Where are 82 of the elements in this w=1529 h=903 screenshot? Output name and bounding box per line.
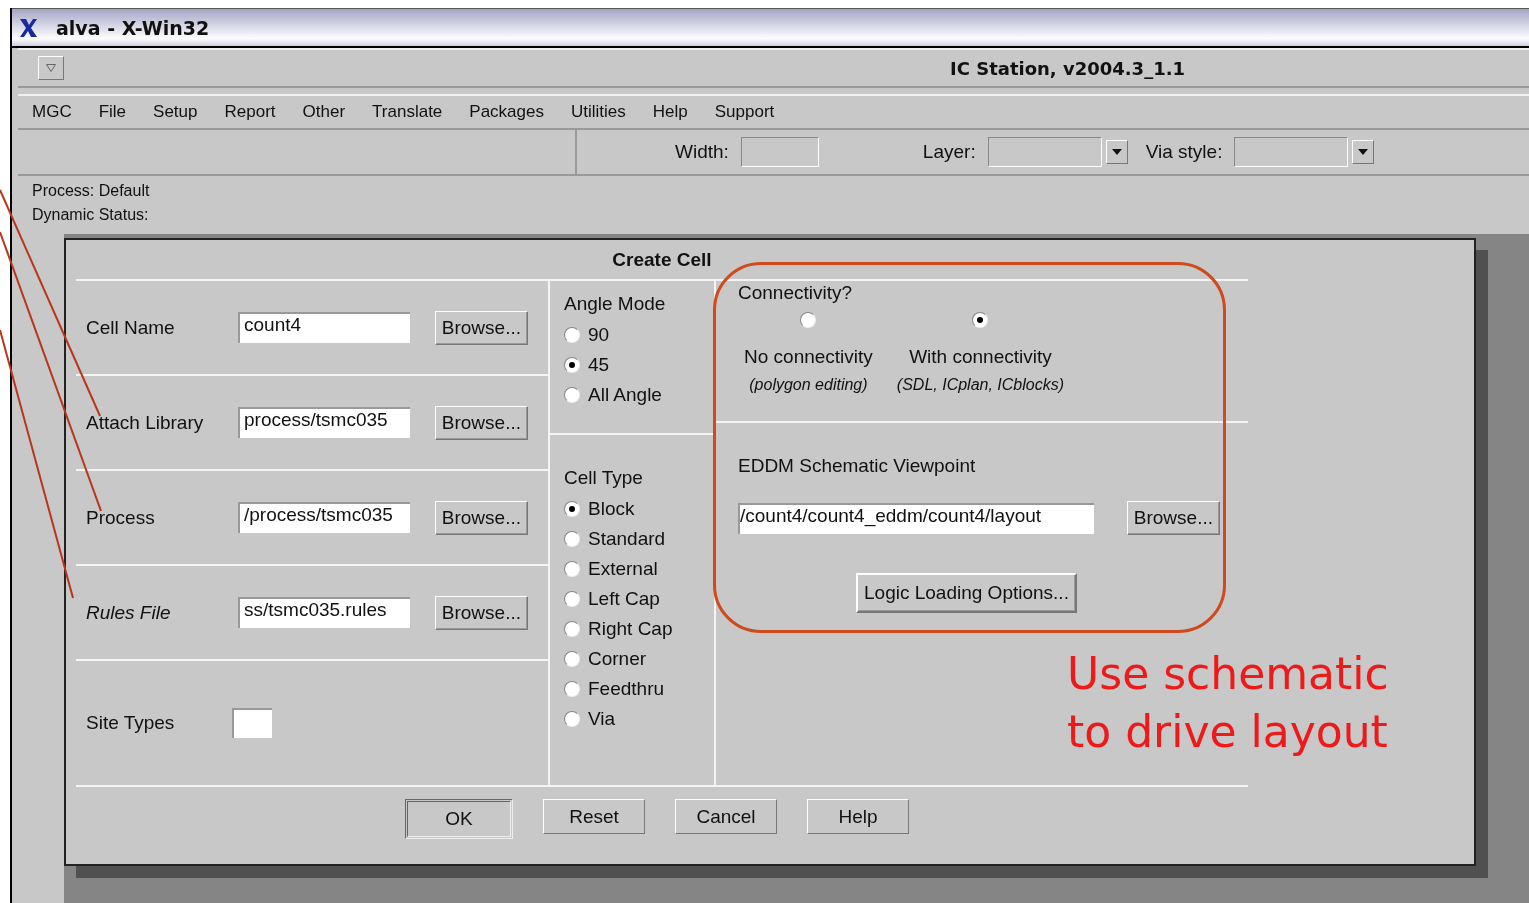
caret-down-icon xyxy=(1111,149,1122,155)
menu-item[interactable]: Packages xyxy=(469,102,544,122)
dialog-button[interactable]: Cancel xyxy=(675,799,777,834)
dropdown-button[interactable] xyxy=(1352,140,1375,164)
dialog-button[interactable]: Help xyxy=(807,799,909,834)
field-label: Layer: xyxy=(922,141,976,163)
field-label: Via style: xyxy=(1145,141,1223,163)
menu-item[interactable]: MGC xyxy=(32,102,72,122)
option-note: (polygon editing) xyxy=(749,376,868,394)
radio-button[interactable] xyxy=(564,327,580,343)
window-title: alva - X-Win32 xyxy=(56,16,210,39)
radio-button[interactable] xyxy=(564,681,580,697)
triangle-down-icon xyxy=(46,64,56,72)
option-label: Left Cap xyxy=(588,588,660,610)
annotation-text: Use schematic to drive layout xyxy=(1067,647,1389,759)
group-title: EDDM Schematic Viewpoint xyxy=(738,455,977,477)
browse-button[interactable]: Browse... xyxy=(1126,501,1220,535)
dropdown-field[interactable] xyxy=(987,137,1102,167)
option-label: All Angle xyxy=(588,384,662,406)
browse-button[interactable]: Browse... xyxy=(434,405,528,440)
field-label: Site Types xyxy=(86,712,176,734)
field-label: Attach Library xyxy=(86,411,205,434)
field-label: Cell Name xyxy=(86,316,176,339)
option-label: With connectivity xyxy=(909,346,1052,368)
option-label: No connectivity xyxy=(744,346,873,368)
radio-button[interactable] xyxy=(564,531,580,547)
dialog-button[interactable]: OK xyxy=(405,799,513,839)
field-label: Rules File xyxy=(86,601,172,624)
input-field[interactable]: ss/tsmc035.rules xyxy=(238,597,410,628)
radio-button[interactable] xyxy=(564,621,580,637)
x-logo-icon xyxy=(18,17,38,38)
radio-button[interactable] xyxy=(564,591,580,607)
radio-button[interactable] xyxy=(564,711,580,727)
field-label: Process xyxy=(86,506,156,529)
dropdown-field[interactable] xyxy=(1234,137,1349,167)
option-label: Standard xyxy=(588,528,666,550)
option-label: 90 xyxy=(588,324,610,346)
radio-button[interactable] xyxy=(564,501,580,517)
logic-loading-button[interactable]: Logic Loading Options... xyxy=(856,573,1077,613)
radio-button[interactable] xyxy=(564,387,580,403)
app-title: IC Station, v2004.3_1.1 xyxy=(950,57,1186,79)
radio-button[interactable] xyxy=(972,312,989,328)
input-field[interactable] xyxy=(232,708,272,738)
menu-item[interactable]: Utilities xyxy=(571,102,626,122)
dropdown-button[interactable] xyxy=(1105,140,1128,164)
status-text: Process: Default xyxy=(32,182,151,200)
menu-button[interactable] xyxy=(38,56,64,80)
browse-button[interactable]: Browse... xyxy=(434,310,528,345)
option-label: Right Cap xyxy=(588,618,673,640)
browse-button[interactable]: Browse... xyxy=(434,595,528,630)
input-field[interactable] xyxy=(740,137,819,167)
menu-item[interactable]: Report xyxy=(224,102,276,122)
group-title: Angle Mode xyxy=(564,293,667,315)
option-label: Via xyxy=(588,708,616,730)
option-label: External xyxy=(588,558,658,580)
caret-down-icon xyxy=(1358,149,1369,155)
input-field[interactable]: count4 xyxy=(238,312,410,343)
radio-button[interactable] xyxy=(564,357,580,373)
menu-item[interactable]: Help xyxy=(652,102,688,122)
input-field[interactable]: /count4/count4_eddm/count4/layout xyxy=(738,502,1094,534)
field-label: Width: xyxy=(675,141,729,163)
dialog-button[interactable]: Reset xyxy=(543,799,645,834)
option-note: (SDL, ICplan, ICblocks) xyxy=(896,376,1064,394)
input-field[interactable]: process/tsmc035 xyxy=(238,407,410,438)
menu-item[interactable]: File xyxy=(98,102,127,122)
option-label: Corner xyxy=(588,648,647,670)
browse-button[interactable]: Browse... xyxy=(434,500,528,535)
menu-item[interactable]: Other xyxy=(302,102,346,122)
radio-button[interactable] xyxy=(800,312,817,328)
option-label: Feedthru xyxy=(588,678,665,700)
menu-item[interactable]: Support xyxy=(714,102,775,122)
radio-button[interactable] xyxy=(564,561,580,577)
status-text: Dynamic Status: xyxy=(32,206,150,224)
menu-item[interactable]: Translate xyxy=(372,102,443,122)
radio-button[interactable] xyxy=(564,651,580,667)
menu-item[interactable]: Setup xyxy=(153,102,198,122)
input-field[interactable]: /process/tsmc035 xyxy=(238,502,410,533)
group-title: Connectivity? xyxy=(738,282,854,304)
dialog-title: Create Cell xyxy=(76,240,1248,281)
option-label: Block xyxy=(588,498,635,520)
group-title: Cell Type xyxy=(564,467,644,489)
option-label: 45 xyxy=(588,354,610,376)
